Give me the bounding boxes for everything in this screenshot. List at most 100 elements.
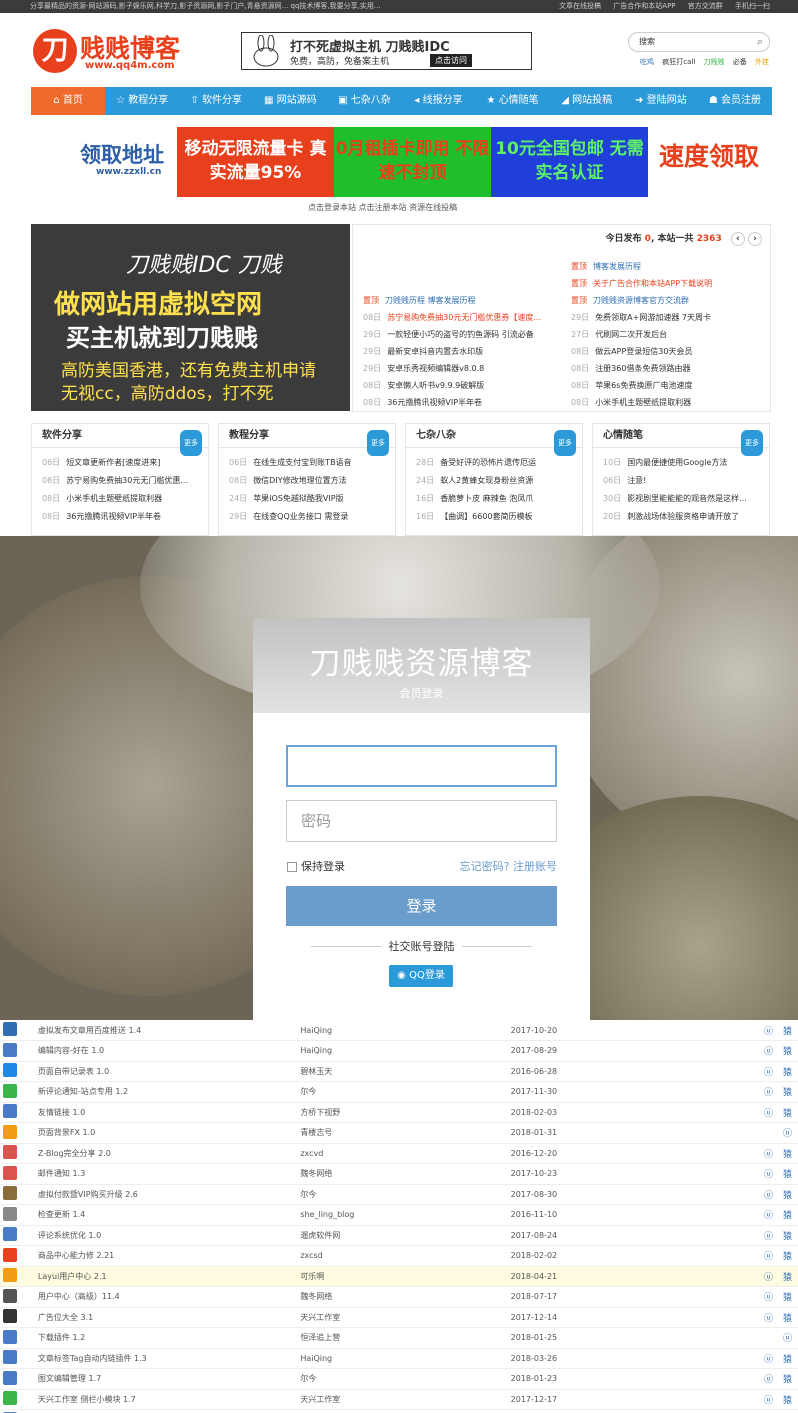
power-toggle-icon[interactable]: ⓤ	[764, 1047, 773, 1057]
plugin-author[interactable]: 可乐啊	[298, 1266, 509, 1287]
nav-home[interactable]: ⌂ 首页	[31, 87, 106, 115]
plugin-author[interactable]: 天兴工作室	[298, 1409, 509, 1413]
hot-keyword[interactable]: 外挂	[755, 58, 769, 66]
search-icon[interactable]: ⌕	[757, 33, 763, 51]
plugin-name[interactable]: 页面背景FX 1.0	[19, 1122, 299, 1144]
plugin-author[interactable]: 天兴工作室	[298, 1307, 509, 1328]
forgot-password-link[interactable]: 忘记密码?	[460, 860, 510, 873]
power-toggle-icon[interactable]: ⓤ	[764, 1375, 773, 1385]
link-group[interactable]: 官方交流群	[688, 2, 723, 10]
power-toggle-icon[interactable]: ⓤ	[764, 1314, 773, 1324]
uninstall-icon[interactable]: 猿	[783, 1252, 792, 1262]
plugin-author[interactable]: HaiQing	[298, 1040, 509, 1062]
sim-card-ad[interactable]: 领取地址 www.zzxll.cn 移动无限流量卡 真实流量95% 0月租插卡即…	[80, 127, 770, 197]
plugin-author[interactable]: 天兴工作室	[298, 1389, 509, 1410]
uninstall-icon[interactable]: 猿	[783, 1232, 792, 1242]
plugin-author[interactable]: 遛虎软件网	[298, 1225, 509, 1246]
list-item[interactable]: 10日 国内最便捷使用Google方法	[603, 454, 769, 472]
plugin-author[interactable]: 魏冬网络	[298, 1286, 509, 1308]
list-item[interactable]: 06日 在线生成支付宝到账TB语音	[229, 454, 395, 472]
site-logo[interactable]: 刀 贱贱博客 www.qq4m.com	[33, 29, 193, 74]
hot-keyword[interactable]: 刀贱贱	[704, 58, 725, 66]
register-link[interactable]: 注册账号	[513, 860, 557, 873]
power-toggle-icon[interactable]: ⓤ	[764, 1211, 773, 1221]
uninstall-icon[interactable]: 猿	[783, 1068, 792, 1078]
plugin-name[interactable]: 评论系统优化 1.0	[19, 1225, 299, 1246]
list-item[interactable]: 29日 免费领取A+网游加速器 7天周卡	[571, 309, 766, 326]
link-submit-article[interactable]: 文章在线投稿	[559, 2, 601, 10]
nav-misc[interactable]: ▣ 七杂八杂	[327, 87, 401, 115]
list-item[interactable]: 29日 一款轻便小巧的盗号的钓鱼源码 引流必备	[363, 326, 563, 343]
plugin-name[interactable]: 虚拟付款暨VIP购买升级 2.6	[19, 1184, 299, 1205]
plugin-author[interactable]: 青楼志号	[298, 1122, 509, 1144]
list-item[interactable]: 20日 刺激战场体验服资格申请开放了	[603, 508, 769, 526]
plugin-author[interactable]: HaiQing	[298, 1348, 509, 1369]
nav-tutorials[interactable]: ☆ 教程分享	[105, 87, 179, 115]
uninstall-icon[interactable]: 猿	[783, 1191, 792, 1201]
list-item[interactable]: 24日 苹果IOS免越狱酷我VIP版	[229, 490, 395, 508]
power-toggle-icon[interactable]: ⓤ	[764, 1252, 773, 1262]
plugin-author[interactable]: 碧林玉天	[298, 1061, 509, 1082]
uninstall-icon[interactable]: 猿	[783, 1273, 792, 1283]
list-item[interactable]: 08日 做云APP登录短信30天会员	[571, 343, 766, 360]
list-item[interactable]: 置顶 刀贱贱资源博客官方交流群	[571, 292, 766, 309]
plugin-name[interactable]: 友情链接 1.0	[19, 1102, 299, 1123]
power-toggle-icon[interactable]: ⓤ	[764, 1170, 773, 1180]
next-arrow-icon[interactable]: ›	[748, 232, 762, 246]
list-item[interactable]: 08日 注册360借条免费领路由器	[571, 360, 766, 377]
list-item[interactable]: 08日 36元撸腾讯视频VIP半年卷	[42, 508, 208, 526]
plugin-author[interactable]: zxcsd	[298, 1245, 509, 1267]
login-register-hint[interactable]: 点击登录本站 点击注册本站 资源在线投稿	[308, 202, 457, 213]
plugin-author[interactable]: she_ling_blog	[298, 1204, 509, 1226]
more-button[interactable]: 更多	[554, 430, 576, 456]
plugin-name[interactable]: 天兴工作室 侧栏小模块 1.7	[19, 1389, 299, 1410]
plugin-name[interactable]: 图文编辑管理 1.7	[19, 1368, 299, 1390]
list-item[interactable]: 16日 香脆萝卜皮 麻辣鱼 泡凤爪	[416, 490, 582, 508]
power-toggle-icon[interactable]: ⓤ	[764, 1396, 773, 1406]
list-item[interactable]: 16日 【曲调】6600套简历模板	[416, 508, 582, 526]
more-button[interactable]: 更多	[741, 430, 763, 456]
list-item[interactable]: 08日 苏宁易购免费抽30元无门槛优惠...	[42, 472, 208, 490]
power-toggle-icon[interactable]: ⓤ	[764, 1150, 773, 1160]
more-button[interactable]: 更多	[180, 430, 202, 456]
uninstall-icon[interactable]: 猿	[783, 1211, 792, 1221]
uninstall-icon[interactable]: 猿	[783, 1396, 792, 1406]
nav-deals[interactable]: ◂ 线报分享	[401, 87, 475, 115]
prev-arrow-icon[interactable]: ‹	[730, 232, 745, 246]
uninstall-icon[interactable]: 猿	[783, 1293, 792, 1303]
remember-me-checkbox[interactable]: 保持登录	[287, 858, 345, 874]
power-toggle-icon[interactable]: ⓤ	[764, 1191, 773, 1201]
plugin-author[interactable]: 魏冬网络	[298, 1163, 509, 1185]
list-item[interactable]: 29日 安卓乐秀视频编辑器v8.0.8	[363, 360, 563, 377]
plugin-author[interactable]: zxcvd	[298, 1143, 509, 1164]
power-toggle-icon[interactable]: ⓤ	[764, 1232, 773, 1242]
list-item[interactable]: 30日 影视剧里能能能的观音然是这样...	[603, 490, 769, 508]
nav-source-code[interactable]: ▦ 网站源码	[253, 87, 327, 115]
uninstall-icon[interactable]: 猿	[783, 1150, 792, 1160]
search-input[interactable]: 搜索 ⌕	[628, 32, 770, 52]
idc-slide-banner[interactable]: 刀贱贱IDC 刀贱 做网站用虚拟空网 买主机就到刀贱贱 高防美国香港，还有免费主…	[31, 224, 350, 411]
list-item[interactable]: 08日 36元撸腾讯视频VIP半年卷	[363, 394, 563, 411]
plugin-name[interactable]: 文章标签Tag自动内链插件 1.3	[19, 1348, 299, 1369]
uninstall-icon[interactable]: 猿	[783, 1170, 792, 1180]
plugin-name[interactable]: 虚拟发布文章用百度推送 1.4	[19, 1020, 299, 1041]
power-toggle-icon[interactable]: ⓤ	[764, 1109, 773, 1119]
list-item[interactable]: 29日 在线查QQ业务接口 需登录	[229, 508, 395, 526]
header-banner-ad[interactable]: 打不死虚拟主机 刀贱贱IDC 免费，高防，免备案主机 点击访问	[241, 32, 532, 70]
list-item[interactable]: 29日 最新安卓抖音内置去水印版	[363, 343, 563, 360]
link-ad-app[interactable]: 广告合作和本站APP	[613, 2, 675, 10]
power-toggle-icon[interactable]: ⓤ	[764, 1068, 773, 1078]
list-item[interactable]: 08日 安卓懒人听书v9.9.9破解版	[363, 377, 563, 394]
hot-keyword[interactable]: 吃鸡	[640, 58, 654, 66]
plugin-name[interactable]: 下载插件 1.2	[19, 1327, 299, 1349]
uninstall-icon[interactable]: 猿	[783, 1047, 792, 1057]
login-button[interactable]: 登录	[286, 886, 557, 926]
list-item[interactable]: 08日 苏宁易购免费抽30元无门槛优惠券【速度...	[363, 309, 563, 326]
qq-login-button[interactable]: ◉ QQ登录	[389, 965, 453, 987]
plugin-name[interactable]: 用户中心（高级）11.4	[19, 1286, 299, 1308]
nav-register[interactable]: ☗ 会员注册	[698, 87, 772, 115]
more-button[interactable]: 更多	[367, 430, 389, 456]
nav-software[interactable]: ⇧ 软件分享	[179, 87, 253, 115]
list-item[interactable]: 08日 苹果6s免费换原厂电池速度	[571, 377, 766, 394]
plugin-author[interactable]: 尔今	[298, 1184, 509, 1205]
